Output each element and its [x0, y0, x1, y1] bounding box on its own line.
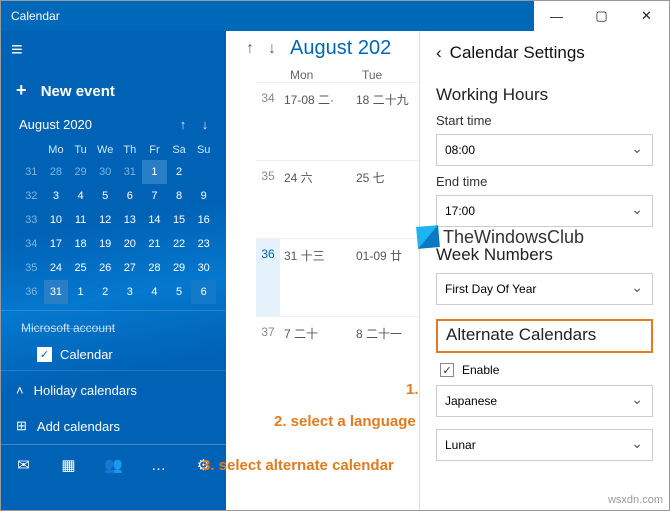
sidebar-bottom-bar: ✉ ▦ 👥 … ⚙ [1, 444, 226, 485]
prev-month-icon[interactable]: ↑ [246, 40, 254, 58]
day-cell[interactable]: 25 七 [352, 161, 424, 238]
day-cell[interactable]: 24 六 [280, 161, 352, 238]
title-bar: Calendar — ▢ ✕ [1, 1, 669, 31]
annotation-2: 2. select a language [274, 413, 416, 430]
maximize-button[interactable]: ▢ [579, 1, 624, 31]
mini-calendar-table: Mo Tu We Th Fr Sa Su 312829303112 323456… [19, 140, 216, 304]
enable-label: Enable [462, 363, 499, 377]
day-cell[interactable]: 01-09 廿 [352, 239, 424, 316]
sidebar: ≡ + New event August 2020 ↑ ↓ Mo Tu We [1, 31, 226, 510]
calendar-main: ↑ ↓ August 202 Mon Tue Wed 34 17-08 二· 1… [226, 31, 669, 510]
watermark-icon [416, 225, 440, 249]
checkbox-icon: ✓ [37, 347, 52, 362]
watermark: TheWindowsClub [417, 226, 584, 248]
week-number: 35 [256, 161, 280, 238]
day-cell[interactable]: 18 二十九 [352, 83, 424, 160]
app-window: Calendar — ▢ ✕ ≡ + New event August 2020… [0, 0, 670, 511]
week-numbers-select[interactable]: First Day Of Year [436, 273, 653, 305]
calendar-icon[interactable]: ▦ [46, 445, 91, 485]
todo-icon[interactable]: … [136, 445, 181, 485]
week-number: 37 [256, 317, 280, 394]
day-cell[interactable]: 31 十三 [280, 239, 352, 316]
source-label: wsxdn.com [608, 494, 663, 506]
settings-title: Calendar Settings [450, 43, 585, 63]
account-label: Microsoft account [1, 310, 226, 339]
annotation-1: 1. [406, 381, 419, 398]
annotation-3: 3. select alternate calendar [202, 457, 394, 474]
settings-back-button[interactable]: ‹ Calendar Settings [436, 39, 653, 75]
alternate-calendars-highlight: Alternate Calendars [436, 319, 653, 353]
start-time-label: Start time [436, 113, 653, 128]
add-calendars-row[interactable]: ⊞ Add calendars [1, 410, 226, 444]
new-event-label: New event [41, 83, 115, 100]
plus-icon: + [16, 80, 27, 100]
calendar-checkbox-row[interactable]: ✓ Calendar [1, 339, 226, 370]
enable-checkbox-row[interactable]: ✓ Enable [440, 363, 653, 377]
working-hours-heading: Working Hours [436, 85, 653, 105]
end-time-select[interactable]: 17:00 [436, 195, 653, 227]
day-cell[interactable]: 17-08 二· [280, 83, 352, 160]
hamburger-icon[interactable]: ≡ [1, 31, 41, 70]
end-time-label: End time [436, 174, 653, 189]
day-cell[interactable]: 7 二十 [280, 317, 352, 394]
holiday-calendars-row[interactable]: ˄ Holiday calendars [1, 370, 226, 410]
week-number: 36 [256, 239, 280, 316]
chevron-up-icon: ˄ [16, 383, 24, 398]
mail-icon[interactable]: ✉ [1, 445, 46, 485]
mini-next-icon[interactable]: ↓ [194, 117, 216, 132]
week-number: 34 [256, 83, 280, 160]
minimize-button[interactable]: — [534, 1, 579, 31]
week-numbers-heading: Week Numbers [436, 245, 653, 265]
holiday-label: Holiday calendars [34, 383, 137, 398]
alternate-calendars-heading: Alternate Calendars [446, 325, 643, 345]
add-calendar-icon: ⊞ [16, 418, 27, 434]
calendar-item-label: Calendar [60, 347, 113, 362]
next-month-icon[interactable]: ↓ [268, 40, 276, 58]
chevron-left-icon: ‹ [436, 43, 442, 63]
month-title: August 202 [290, 37, 391, 60]
add-calendars-label: Add calendars [37, 419, 120, 434]
checkbox-icon: ✓ [440, 363, 454, 377]
start-time-select[interactable]: 08:00 [436, 134, 653, 166]
app-title: Calendar [11, 9, 534, 23]
mini-month-label: August 2020 [19, 117, 172, 132]
mini-calendar: August 2020 ↑ ↓ Mo Tu We Th Fr Sa Su [1, 113, 226, 304]
language-select[interactable]: Japanese [436, 385, 653, 417]
settings-panel: ‹ Calendar Settings Working Hours Start … [419, 31, 669, 510]
mini-prev-icon[interactable]: ↑ [172, 117, 194, 132]
people-icon[interactable]: 👥 [91, 445, 136, 485]
close-button[interactable]: ✕ [624, 1, 669, 31]
alternate-calendar-select[interactable]: Lunar [436, 429, 653, 461]
new-event-button[interactable]: + New event [1, 70, 226, 113]
